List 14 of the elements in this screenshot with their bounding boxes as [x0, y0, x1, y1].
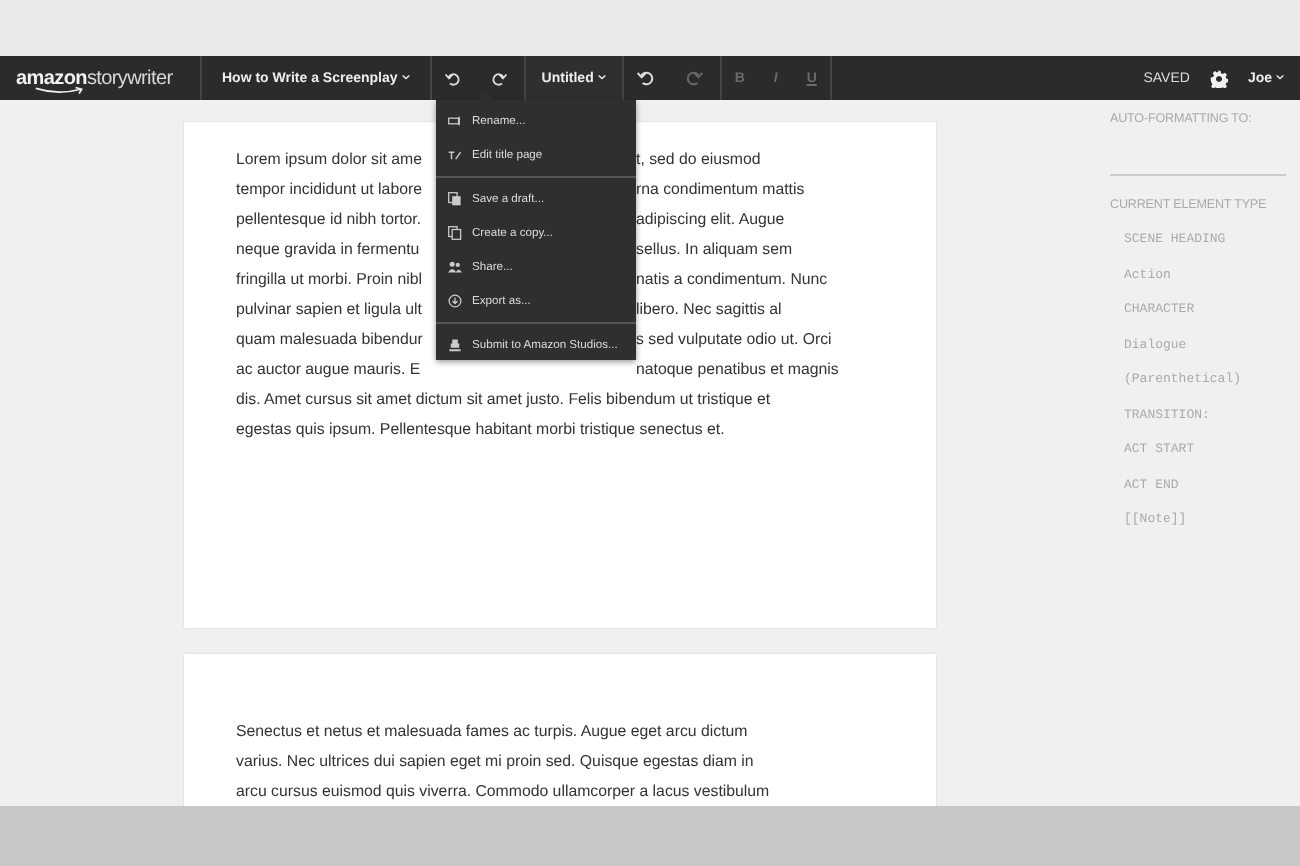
settings-icon[interactable] — [1209, 69, 1228, 87]
documents-icon — [448, 192, 462, 206]
redo-icon[interactable] — [489, 69, 508, 87]
undo-icon[interactable] — [443, 69, 462, 87]
export-icon — [448, 294, 462, 308]
rename-icon — [448, 114, 462, 128]
chevron-down-icon — [597, 74, 606, 81]
people-icon — [448, 260, 462, 274]
chevron-down-icon — [1276, 74, 1284, 81]
title-page-icon — [448, 148, 462, 162]
undo-icon[interactable] — [635, 68, 656, 88]
storywriter-logo[interactable]: amazonstorywriter — [0, 56, 200, 100]
copy-icon — [448, 226, 462, 240]
chevron-down-icon — [401, 74, 410, 81]
